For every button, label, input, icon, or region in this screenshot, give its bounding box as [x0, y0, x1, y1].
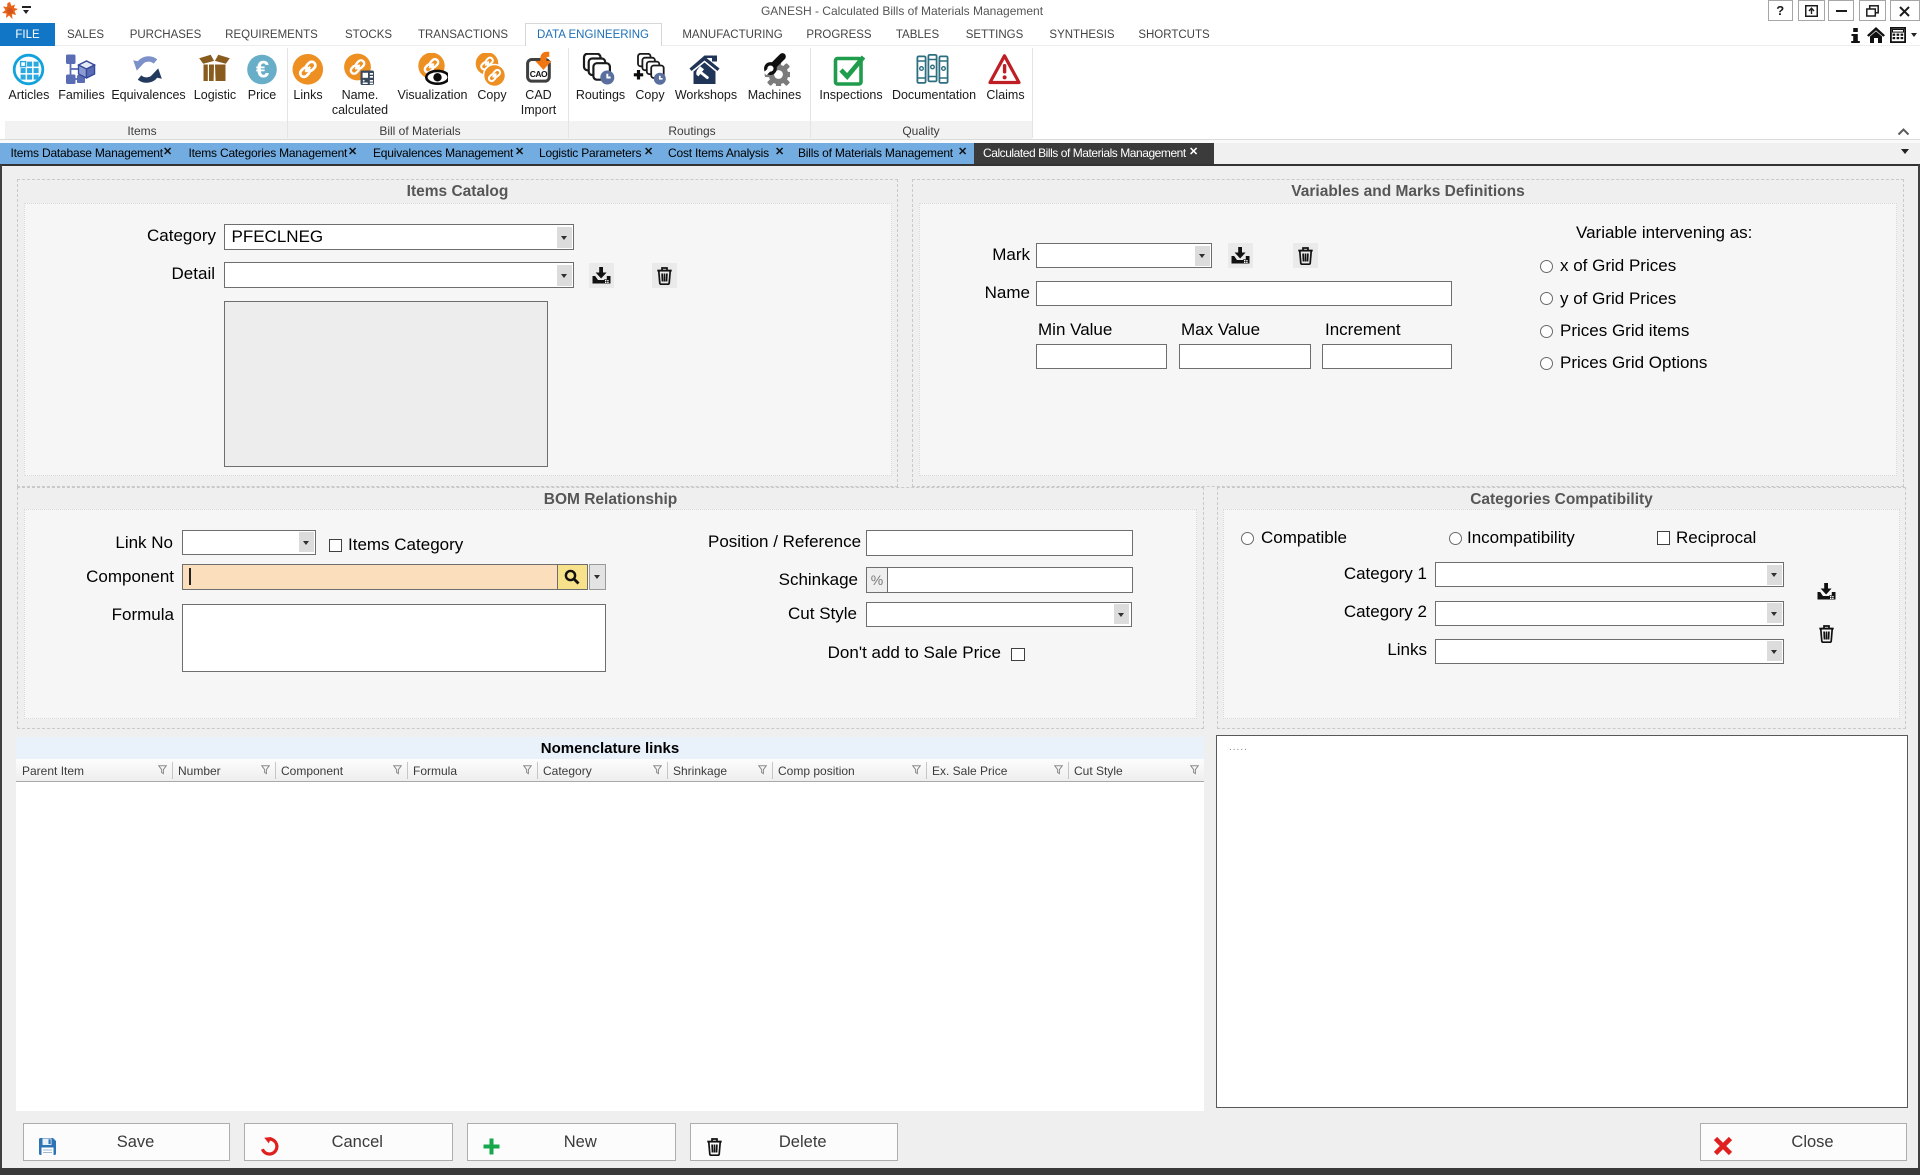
svg-text:€: € [256, 57, 269, 84]
svg-text:CAO: CAO [530, 69, 548, 79]
